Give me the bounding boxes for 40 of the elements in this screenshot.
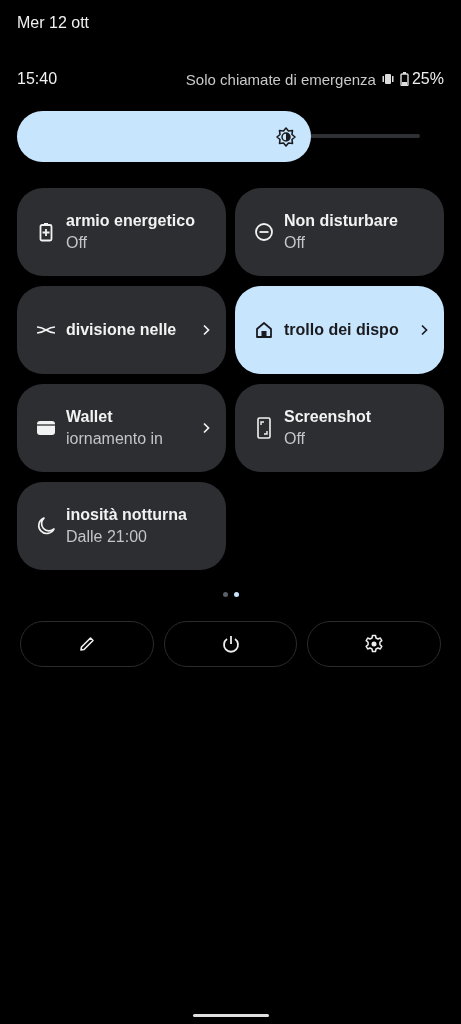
tile-label: armio energetico [66,212,196,230]
tile-label: Wallet [66,408,114,426]
quick-settings-tile[interactable]: armio energetico Off [17,188,226,276]
quick-settings-tile[interactable]: divisione nelle [17,286,226,374]
pencil-icon [77,635,96,653]
tile-status: Off [66,234,89,252]
tile-status: iornamento in [66,430,164,448]
tile-label: Screenshot [284,408,373,426]
tile-label: trollo dei dispo [284,321,400,339]
brightness-fill[interactable] [17,111,312,162]
date-text: Mer 12 ott [17,14,90,32]
battery-percent: 25% [411,70,444,88]
settings-icon [364,634,385,654]
quick-settings-tile[interactable]: inosità notturna Dalle 21:00 [17,482,226,570]
quick-settings-tile[interactable]: Screenshot Off [235,384,444,472]
phone-screenshot-icon [254,417,274,439]
clock-text: 15:40 [17,70,58,88]
tile-status: Dalle 21:00 [66,528,148,546]
nearby-share-icon [36,324,56,336]
quick-settings-tile[interactable]: Non disturbare Off [235,188,444,276]
wallet-icon [36,420,56,436]
page-dot[interactable] [222,592,228,597]
home-icon [254,321,274,339]
home-indicator[interactable] [192,1014,269,1017]
minus-circle-icon [254,222,274,242]
brightness-slider[interactable] [17,111,420,162]
brightness-icon [275,125,298,148]
tile-status: Off [284,234,307,252]
page-dot[interactable] [233,592,239,597]
tile-label: inosità notturna [66,506,188,524]
tile-label: divisione nelle [66,321,178,339]
moon-icon [36,516,56,536]
tile-status: Off [284,430,307,448]
battery-icon [399,72,409,86]
tile-label: Non disturbare [284,212,399,230]
quick-settings-tile[interactable]: Wallet iornamento in [17,384,226,472]
carrier-text: Solo chiamate di emergenza [185,70,376,88]
settings-button[interactable] [307,621,441,667]
power-icon [221,634,240,654]
quick-settings-tile[interactable]: trollo dei dispo [235,286,444,374]
